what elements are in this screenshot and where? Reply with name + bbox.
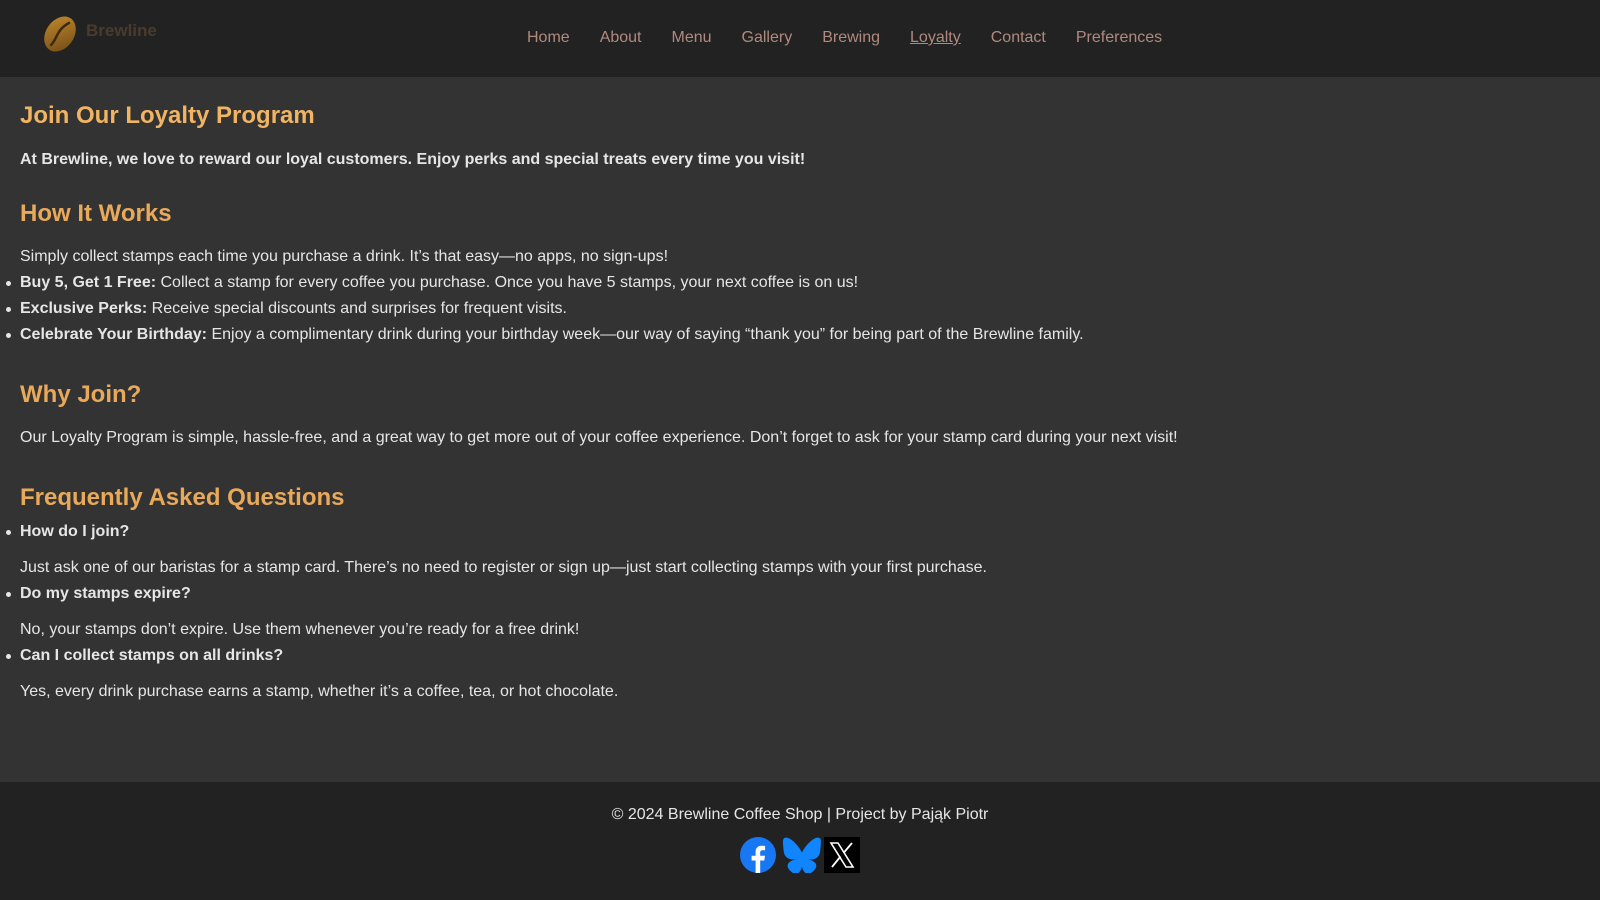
faq-answer: Yes, every drink purchase earns a stamp,… bbox=[20, 683, 619, 700]
faq-item: Do my stamps expire? No, your stamps don… bbox=[6, 584, 1580, 640]
perk-text: Collect a stamp for every coffee you pur… bbox=[156, 274, 859, 291]
nav-link-preferences[interactable]: Preferences bbox=[1076, 28, 1162, 48]
nav-link-about[interactable]: About bbox=[600, 28, 642, 48]
coffee-bean-icon bbox=[44, 16, 76, 52]
faq-item: Can I collect stamps on all drinks? Yes,… bbox=[6, 646, 1580, 702]
page-title: Join Our Loyalty Program bbox=[20, 102, 315, 129]
perk-label: Buy 5, Get 1 Free: bbox=[20, 274, 157, 291]
x-link[interactable] bbox=[824, 837, 860, 873]
faq-answer: Just ask one of our baristas for a stamp… bbox=[20, 559, 987, 576]
main-nav: Home About Menu Gallery Brewing Loyalty … bbox=[527, 28, 1192, 48]
site-footer: © 2024 Brewline Coffee Shop | Project by… bbox=[0, 782, 1600, 900]
facebook-link[interactable] bbox=[740, 837, 776, 873]
faq-list: How do I join? Just ask one of our baris… bbox=[6, 522, 1580, 702]
how-it-works-section: How It Works Simply collect stamps each … bbox=[6, 198, 1580, 345]
nav-link-gallery[interactable]: Gallery bbox=[742, 28, 793, 48]
main-content: Join Our Loyalty Program At Brewline, we… bbox=[6, 100, 1580, 708]
faq-answer: No, your stamps don’t expire. Use them w… bbox=[20, 621, 580, 638]
bluesky-icon bbox=[782, 837, 821, 874]
social-links bbox=[0, 837, 1600, 874]
perks-list: Buy 5, Get 1 Free: Collect a stamp for e… bbox=[6, 273, 1580, 345]
faq-item: How do I join? Just ask one of our baris… bbox=[6, 522, 1580, 578]
nav-link-menu[interactable]: Menu bbox=[672, 28, 712, 48]
brand-name: Brewline bbox=[86, 21, 157, 40]
perk-item: Exclusive Perks: Receive special discoun… bbox=[6, 299, 1580, 319]
facebook-icon bbox=[740, 837, 776, 873]
how-it-works-text: Simply collect stamps each time you purc… bbox=[20, 248, 669, 265]
why-join-text: Our Loyalty Program is simple, hassle-fr… bbox=[20, 429, 1178, 446]
intro-text: At Brewline, we love to reward our loyal… bbox=[20, 151, 806, 168]
x-icon bbox=[824, 837, 860, 873]
perk-label: Celebrate Your Birthday: bbox=[20, 326, 208, 343]
perk-item: Celebrate Your Birthday: Enjoy a complim… bbox=[6, 325, 1580, 345]
faq-question: Do my stamps expire? bbox=[6, 584, 1580, 604]
faq-question: Can I collect stamps on all drinks? bbox=[6, 646, 1580, 666]
perk-label: Exclusive Perks: bbox=[20, 300, 148, 317]
site-header: Brewline Home About Menu Gallery Brewing… bbox=[0, 0, 1600, 77]
faq-question: How do I join? bbox=[6, 522, 1580, 542]
why-join-heading: Why Join? bbox=[20, 381, 142, 408]
why-join-section: Why Join? Our Loyalty Program is simple,… bbox=[20, 379, 1580, 448]
nav-link-loyalty[interactable]: Loyalty bbox=[910, 28, 961, 48]
perk-text: Receive special discounts and surprises … bbox=[147, 300, 567, 317]
copyright-text: © 2024 Brewline Coffee Shop | Project by… bbox=[611, 806, 989, 823]
nav-link-brewing[interactable]: Brewing bbox=[822, 28, 880, 48]
perk-item: Buy 5, Get 1 Free: Collect a stamp for e… bbox=[6, 273, 1580, 293]
perk-text: Enjoy a complimentary drink during your … bbox=[207, 326, 1084, 343]
brand-logo-link[interactable]: Brewline bbox=[42, 14, 157, 54]
bluesky-link[interactable] bbox=[782, 837, 821, 874]
faq-section: Frequently Asked Questions How do I join… bbox=[6, 482, 1580, 702]
nav-link-home[interactable]: Home bbox=[527, 28, 570, 48]
faq-heading: Frequently Asked Questions bbox=[20, 484, 345, 511]
nav-link-contact[interactable]: Contact bbox=[991, 28, 1046, 48]
how-it-works-heading: How It Works bbox=[20, 200, 172, 227]
